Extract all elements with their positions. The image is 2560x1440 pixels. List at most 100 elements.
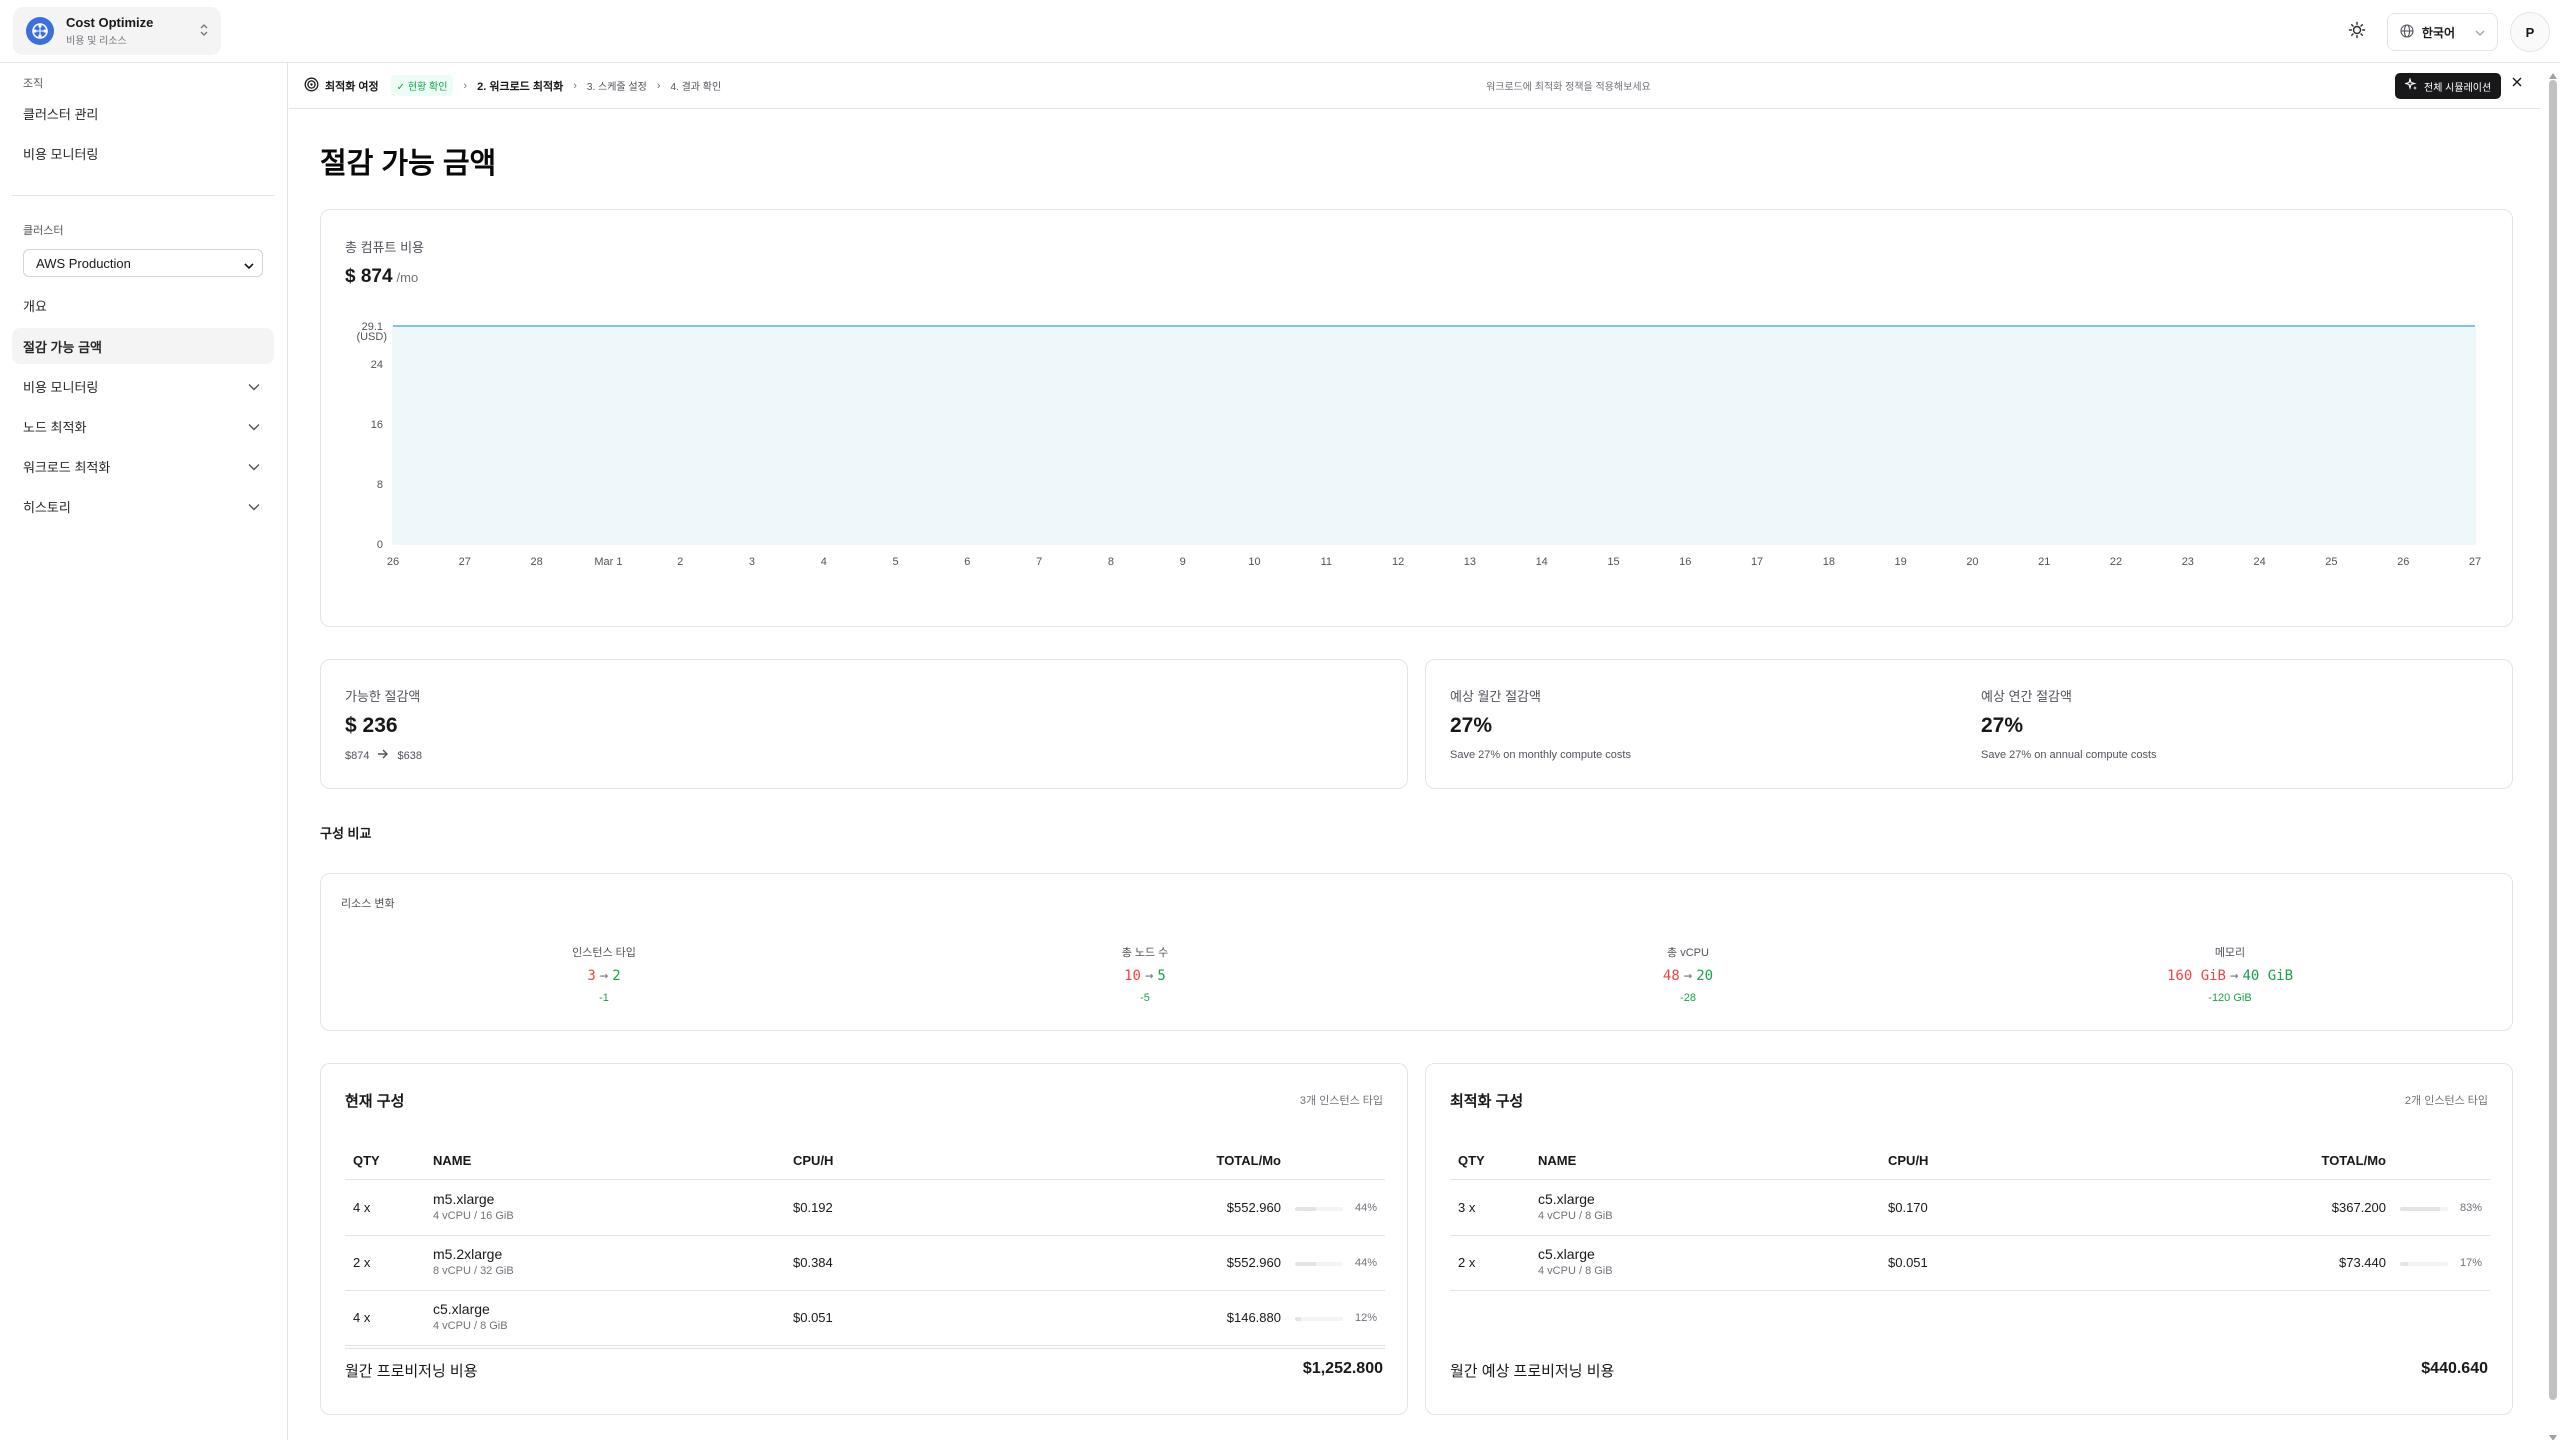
- row-pct: 17%: [2459, 1257, 2482, 1269]
- column-header-cpu: CPU/H: [1888, 1153, 1929, 1168]
- chart-x-tick-label: 13: [1464, 556, 1476, 568]
- resource-change: 160 GiB → 40 GiB: [2080, 968, 2380, 984]
- app-subtitle: 비용 및 리소스: [66, 36, 127, 47]
- journey-step-3[interactable]: 3. 스케줄 설정: [587, 78, 647, 93]
- journey-step-1[interactable]: ✓ 현황 확인: [390, 75, 454, 96]
- row-cpu: $0.051: [793, 1310, 833, 1325]
- resource-change: 10 → 5: [995, 968, 1295, 984]
- resource-new: 2: [612, 968, 621, 984]
- chart-y-tick-label: 8: [377, 479, 383, 491]
- resource-title: 총 vCPU: [1667, 947, 1709, 959]
- row-share-bar: [1295, 1207, 1343, 1211]
- row-instance: c5.xlarge 4 vCPU / 8 GiB: [1538, 1246, 1613, 1277]
- sidebar-item-workload-optimization[interactable]: 워크로드 최적화: [12, 448, 274, 484]
- scroll-down-icon[interactable]: [2549, 1428, 2557, 1440]
- top-bar: Cost Optimize 비용 및 리소스 한국어 P: [0, 0, 2560, 63]
- resource-new: 20: [1696, 968, 1714, 984]
- sidebar-section-org: 조직: [23, 78, 44, 90]
- sidebar-item-label: 개요: [23, 298, 47, 314]
- resource-memory: 메모리 160 GiB → 40 GiB -120 GiB: [2080, 944, 2380, 1004]
- chart-x-tick-label: Mar 1: [594, 556, 622, 568]
- compute-cost-chart: 08162429.1(USD)26 27 28 Mar 1 2 3 4 5 6 7 8 9 10 11 12…: [356, 321, 2481, 568]
- cluster-select[interactable]: AWS Production: [23, 249, 263, 277]
- sidebar-section-cluster: 클러스터: [23, 225, 64, 237]
- row-qty: 2 x: [353, 1255, 371, 1270]
- chevron-down-icon: [244, 258, 254, 273]
- sidebar-item-cost-monitoring[interactable]: 비용 모니터링: [12, 368, 274, 404]
- row-instance-spec: 4 vCPU / 16 GiB: [433, 1210, 514, 1222]
- chart-x-tick-label: 22: [2110, 556, 2122, 568]
- close-icon[interactable]: [2511, 76, 2523, 91]
- org-switcher[interactable]: Cost Optimize 비용 및 리소스: [13, 7, 221, 55]
- row-qty: 4 x: [353, 1200, 371, 1215]
- row-share-bar-fill: [1295, 1262, 1317, 1266]
- journey-step-4[interactable]: 4. 결과 확인: [670, 78, 721, 93]
- row-instance-spec: 4 vCPU / 8 GiB: [1538, 1265, 1613, 1277]
- chart-x-tick-label: 17: [1751, 556, 1763, 568]
- optimized-config-title: 최적화 구성: [1450, 1093, 1524, 1110]
- language-label: 한국어: [2421, 25, 2455, 40]
- target-icon: [304, 77, 319, 95]
- scrollbar[interactable]: [2549, 80, 2557, 1420]
- user-avatar[interactable]: P: [2510, 12, 2550, 52]
- language-select[interactable]: 한국어: [2386, 13, 2498, 51]
- table-header: QTY NAME CPU/H TOTAL/Mo: [345, 1140, 1385, 1180]
- row-instance-spec: 4 vCPU / 8 GiB: [1538, 1210, 1613, 1222]
- sidebar-item-overview[interactable]: 개요: [12, 287, 274, 323]
- column-header-qty: QTY: [353, 1153, 380, 1168]
- resource-new: 5: [1157, 968, 1166, 984]
- sidebar-item-label: 비용 모니터링: [23, 146, 99, 162]
- column-header-name: NAME: [433, 1153, 472, 1168]
- savings-from: $874: [345, 749, 370, 762]
- table-row: 2 x c5.xlarge 4 vCPU / 8 GiB $0.051 $73.440 1…: [1450, 1236, 2490, 1291]
- row-total: $73.440: [2339, 1255, 2386, 1270]
- full-simulation-button[interactable]: 전체 시뮬레이션: [2395, 73, 2502, 99]
- row-total: $552.960: [1226, 1200, 1281, 1215]
- resource-title: 총 노드 수: [1121, 947, 1169, 959]
- chart-x-tick-label: 15: [1607, 556, 1619, 568]
- row-instance-spec: 4 vCPU / 8 GiB: [433, 1320, 508, 1332]
- comparison-section-title: 구성 비교: [320, 826, 372, 841]
- row-cpu: $0.051: [1888, 1255, 1928, 1270]
- row-share-bar-fill: [2400, 1207, 2440, 1211]
- sidebar-item-node-optimization[interactable]: 노드 최적화: [12, 408, 274, 444]
- app-name: Cost Optimize: [66, 15, 154, 30]
- chart-y-axis-label: (USD): [356, 331, 387, 343]
- current-config-title: 현재 구성: [345, 1093, 405, 1110]
- resource-title: 메모리: [2214, 947, 2246, 959]
- journey-step-1-label: 현황 확인: [407, 82, 448, 93]
- resource-change-title: 리소스 변화: [341, 898, 395, 910]
- row-qty: 4 x: [353, 1310, 371, 1325]
- column-header-cpu: CPU/H: [793, 1153, 834, 1168]
- column-header-qty: QTY: [1458, 1153, 1485, 1168]
- chart-area: [393, 326, 2475, 544]
- sidebar: 조직 클러스터 관리 비용 모니터링 클러스터 AWS Production 개…: [0, 63, 288, 1440]
- sidebar-item-cluster-management[interactable]: 클러스터 관리: [12, 95, 274, 131]
- resource-change: 3 → 2: [454, 968, 754, 984]
- arrow-right-icon: →: [1144, 968, 1154, 984]
- sidebar-item-history[interactable]: 히스토리: [12, 488, 274, 524]
- projected-savings-card: 예상 월간 절감액 27% Save 27% on monthly comput…: [1425, 659, 2513, 789]
- sidebar-item-savings[interactable]: 절감 가능 금액: [12, 328, 274, 364]
- journey-title: 최적화 여정: [325, 80, 379, 93]
- chart-x-tick-label: 11: [1321, 556, 1332, 568]
- row-instance-spec: 8 vCPU / 32 GiB: [433, 1265, 514, 1277]
- chevron-right-icon: ›: [463, 79, 468, 92]
- sidebar-item-label: 노드 최적화: [23, 419, 87, 435]
- sidebar-item-label: 히스토리: [23, 499, 71, 515]
- sun-icon: [2348, 21, 2366, 44]
- journey-step-2[interactable]: 2. 워크로드 최적화: [477, 78, 563, 94]
- optimized-config-card: 최적화 구성 2개 인스턴스 타입 QTY NAME CPU/H TOTAL/M…: [1425, 1063, 2513, 1415]
- chevron-down-icon: [248, 379, 260, 394]
- scroll-up-icon[interactable]: [2549, 66, 2557, 84]
- globe-icon: [2400, 23, 2414, 41]
- chevron-down-icon: [248, 499, 260, 514]
- chevron-down-icon: [248, 419, 260, 434]
- sidebar-item-cost-monitoring-org[interactable]: 비용 모니터링: [12, 135, 274, 171]
- scrollbar-thumb[interactable]: [2549, 80, 2557, 1400]
- chart-x-tick-label: 19: [1895, 556, 1907, 568]
- theme-toggle-button[interactable]: [2339, 14, 2375, 50]
- chart-x-tick-label: 28: [530, 556, 542, 568]
- row-share-bar-fill: [1295, 1317, 1301, 1321]
- sidebar-divider: [12, 195, 274, 196]
